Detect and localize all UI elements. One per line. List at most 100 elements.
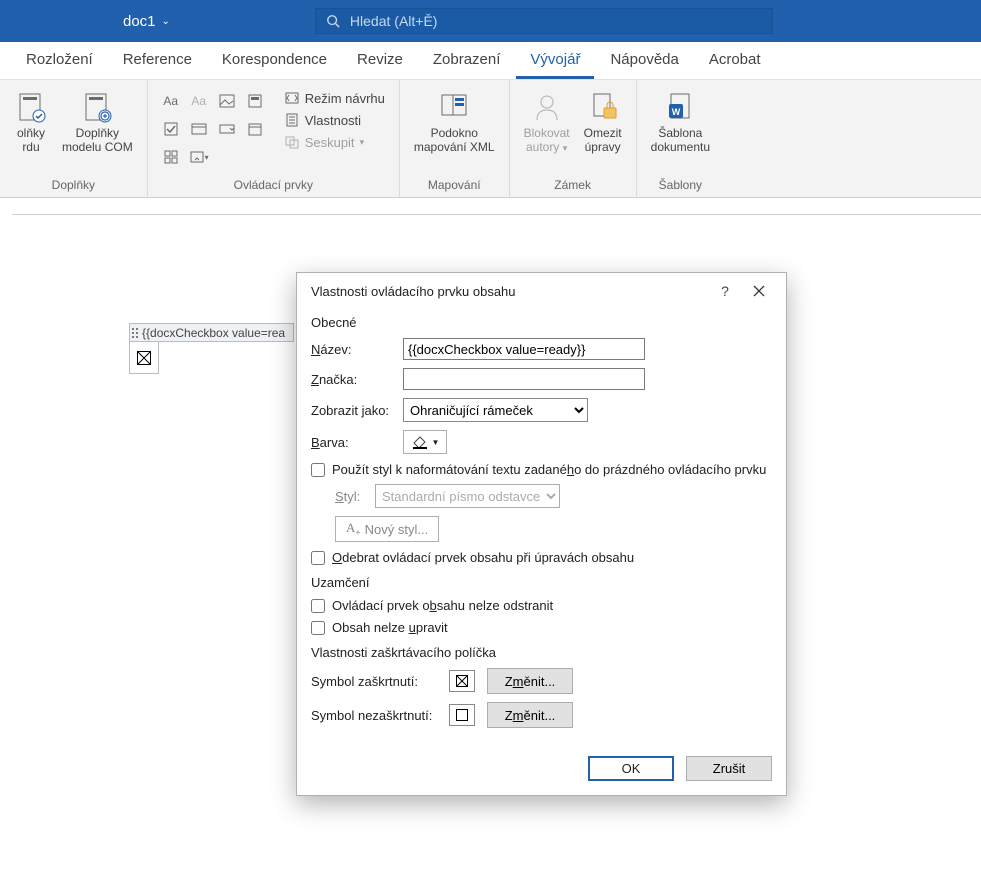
new-style-button: A+ Nový styl... xyxy=(335,516,439,542)
com-addins-icon xyxy=(80,90,114,124)
remove-on-edit-checkbox[interactable] xyxy=(311,551,325,565)
label: úpravy xyxy=(585,140,621,154)
legacy-controls-icon[interactable]: ▾ xyxy=(186,144,212,170)
block-authors-button[interactable]: Blokovatautory ▾ xyxy=(520,88,574,157)
design-mode-button[interactable]: Režim návrhu xyxy=(280,88,389,108)
checkbox-cell[interactable] xyxy=(129,342,159,374)
group-button[interactable]: Seskupit ▾ xyxy=(280,132,389,152)
search-icon xyxy=(326,14,340,28)
block-authors-icon xyxy=(530,90,564,124)
buildingblock-control-icon[interactable] xyxy=(242,88,268,114)
nazev-input[interactable] xyxy=(403,338,645,360)
restrict-editing-button[interactable]: Omezitúpravy xyxy=(580,88,626,157)
document-name[interactable]: doc1 ⌄ xyxy=(123,13,170,30)
ok-button[interactable]: OK xyxy=(588,756,674,781)
cannot-edit-label: Obsah nelze upravit xyxy=(332,620,448,635)
search-input[interactable]: Hledat (Alt+Ě) xyxy=(315,8,773,34)
group-label: Šablony xyxy=(647,176,714,195)
use-style-label: Použít styl k naformátování textu zadané… xyxy=(332,462,766,477)
document-name-text: doc1 xyxy=(123,13,156,30)
dialog-title: Vlastnosti ovládacího prvku obsahu xyxy=(311,284,708,299)
chevron-down-icon: ▾ xyxy=(563,143,568,153)
picture-control-icon[interactable] xyxy=(214,88,240,114)
remove-on-edit-label: Odebrat ovládací prvek obsahu při úpravá… xyxy=(332,550,634,565)
template-icon: W xyxy=(663,90,697,124)
use-style-checkbox[interactable] xyxy=(311,463,325,477)
dialog-titlebar: Vlastnosti ovládacího prvku obsahu ? xyxy=(297,273,786,309)
xml-pane-icon xyxy=(437,90,471,124)
group-mapovani: Podoknomapování XML Mapování xyxy=(400,80,510,197)
label: dokumentu xyxy=(651,140,710,154)
tab-revize[interactable]: Revize xyxy=(343,43,417,79)
checked-symbol-preview xyxy=(449,670,475,692)
tab-zobrazeni[interactable]: Zobrazení xyxy=(419,43,515,79)
label: Režim návrhu xyxy=(305,91,385,106)
properties-button[interactable]: Vlastnosti xyxy=(280,110,389,130)
color-picker-button[interactable]: ▼ xyxy=(403,430,447,454)
zobrazit-select[interactable]: Ohraničující rámeček xyxy=(403,398,588,422)
richtext-control-icon[interactable]: Aa xyxy=(158,88,184,114)
titlebar: doc1 ⌄ Hledat (Alt+Ě) xyxy=(0,0,981,42)
znacka-input[interactable] xyxy=(403,368,645,390)
cannot-delete-checkbox[interactable] xyxy=(311,599,325,613)
label: Podokno xyxy=(431,126,478,140)
group-zamek: Blokovatautory ▾ Omezitúpravy Zámek xyxy=(510,80,637,197)
section-general: Obecné xyxy=(311,315,772,330)
bucket-icon xyxy=(411,434,429,450)
combobox-control-icon[interactable] xyxy=(186,116,212,142)
xml-mapping-pane-button[interactable]: Podoknomapování XML xyxy=(410,88,499,157)
document-template-button[interactable]: W Šablonadokumentu xyxy=(647,88,714,157)
section-locking: Uzamčení xyxy=(311,575,772,590)
close-button[interactable] xyxy=(742,277,776,305)
date-control-icon[interactable] xyxy=(242,116,268,142)
group-label: Mapování xyxy=(410,176,499,195)
group-label: Zámek xyxy=(520,176,626,195)
tab-rozlozeni[interactable]: Rozložení xyxy=(12,43,107,79)
dropdown-control-icon[interactable] xyxy=(214,116,240,142)
group-ovladaci-prvky: Aa Aa ▾ Režim návrhu Vlastnosti Seskupit… xyxy=(148,80,400,197)
design-mode-icon xyxy=(284,90,300,106)
chevron-down-icon: ▼ xyxy=(432,438,440,447)
controls-gallery: Aa Aa ▾ xyxy=(158,88,268,170)
label: Doplňky xyxy=(76,126,119,140)
group-sablony: W Šablonadokumentu Šablony xyxy=(637,80,724,197)
chevron-down-icon: ⌄ xyxy=(162,16,170,27)
label: Šablona xyxy=(658,126,702,140)
cannot-edit-checkbox[interactable] xyxy=(311,621,325,635)
word-addins-button[interactable]: olňkyrdu xyxy=(10,88,52,157)
label: olňky xyxy=(17,126,45,140)
section-checkbox-props: Vlastnosti zaškrtávacího políčka xyxy=(311,645,772,660)
tab-acrobat[interactable]: Acrobat xyxy=(695,43,775,79)
cannot-delete-label: Ovládací prvek obsahu nelze odstranit xyxy=(332,598,553,613)
tab-reference[interactable]: Reference xyxy=(109,43,206,79)
tab-korespondence[interactable]: Korespondence xyxy=(208,43,341,79)
addins-icon xyxy=(14,90,48,124)
search-placeholder: Hledat (Alt+Ě) xyxy=(350,13,438,29)
content-control[interactable]: {{docxCheckbox value=rea xyxy=(129,323,294,374)
tab-vyvojar[interactable]: Vývojář xyxy=(516,43,594,79)
change-unchecked-button[interactable]: Změnit... xyxy=(487,702,573,728)
group-label: Ovládací prvky xyxy=(158,176,389,195)
label: Vlastnosti xyxy=(305,113,361,128)
label: Seskupit xyxy=(305,135,355,150)
label: Nový styl... xyxy=(365,522,429,537)
close-icon xyxy=(753,285,765,297)
cancel-button[interactable]: Zrušit xyxy=(686,756,772,781)
label-styl: Styl: xyxy=(335,489,375,504)
properties-icon xyxy=(284,112,300,128)
tab-napoveda[interactable]: Nápověda xyxy=(596,43,692,79)
repeating-control-icon[interactable] xyxy=(158,144,184,170)
plaintext-control-icon[interactable]: Aa xyxy=(186,88,212,114)
restrict-editing-icon xyxy=(586,90,620,124)
help-button[interactable]: ? xyxy=(708,277,742,305)
checkbox-control-icon[interactable] xyxy=(158,116,184,142)
dialog-footer: OK Zrušit xyxy=(297,752,786,795)
com-addins-button[interactable]: Doplňkymodelu COM xyxy=(58,88,137,157)
label: mapování XML xyxy=(414,140,495,154)
label-nazev: Název: xyxy=(311,342,403,357)
group-doplnky: olňkyrdu Doplňkymodelu COM Doplňky xyxy=(0,80,148,197)
label: modelu COM xyxy=(62,140,133,154)
change-checked-button[interactable]: Změnit... xyxy=(487,668,573,694)
checked-box-icon xyxy=(137,351,151,365)
group-icon xyxy=(284,134,300,150)
